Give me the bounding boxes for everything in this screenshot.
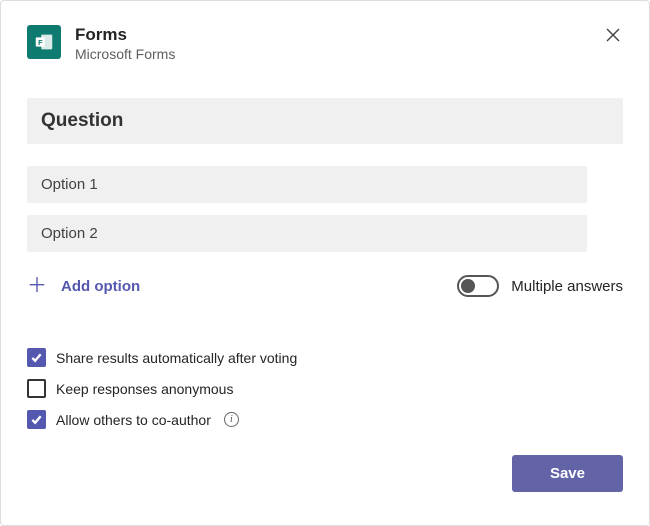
checkmark-icon [30, 413, 43, 426]
forms-icon: F [33, 31, 55, 53]
add-option-button[interactable]: ＋ Add option [27, 272, 140, 300]
info-icon[interactable]: i [224, 412, 239, 427]
setting-coauthor: Allow others to co-author i [27, 410, 623, 429]
app-subtitle: Microsoft Forms [75, 46, 175, 62]
app-title: Forms [75, 25, 175, 45]
close-icon [605, 27, 621, 43]
option-input-2[interactable] [27, 215, 587, 252]
multiple-answers-group: Multiple answers [457, 275, 623, 297]
question-input[interactable] [27, 98, 623, 144]
dialog-footer: Save [27, 455, 623, 492]
add-option-label: Add option [61, 278, 140, 295]
checkbox-share-results[interactable] [27, 348, 46, 367]
forms-app-icon: F [27, 25, 61, 59]
option-input-1[interactable] [27, 166, 587, 203]
setting-label: Allow others to co-author [56, 412, 211, 428]
plus-icon: ＋ [27, 276, 47, 296]
svg-text:F: F [38, 38, 43, 47]
forms-dialog: F Forms Microsoft Forms ＋ Add option Mul… [0, 0, 650, 526]
setting-label: Share results automatically after voting [56, 350, 297, 366]
toggle-knob [461, 279, 475, 293]
save-button[interactable]: Save [512, 455, 623, 492]
close-button[interactable] [601, 23, 625, 47]
setting-anonymous: Keep responses anonymous [27, 379, 623, 398]
checkbox-coauthor[interactable] [27, 410, 46, 429]
header-text: Forms Microsoft Forms [75, 25, 175, 62]
multiple-answers-label: Multiple answers [511, 278, 623, 295]
option-controls-row: ＋ Add option Multiple answers [27, 272, 623, 300]
dialog-header: F Forms Microsoft Forms [27, 25, 623, 62]
settings-list: Share results automatically after voting… [27, 348, 623, 429]
setting-share-results: Share results automatically after voting [27, 348, 623, 367]
checkmark-icon [30, 351, 43, 364]
setting-label: Keep responses anonymous [56, 381, 233, 397]
multiple-answers-toggle[interactable] [457, 275, 499, 297]
checkbox-anonymous[interactable] [27, 379, 46, 398]
